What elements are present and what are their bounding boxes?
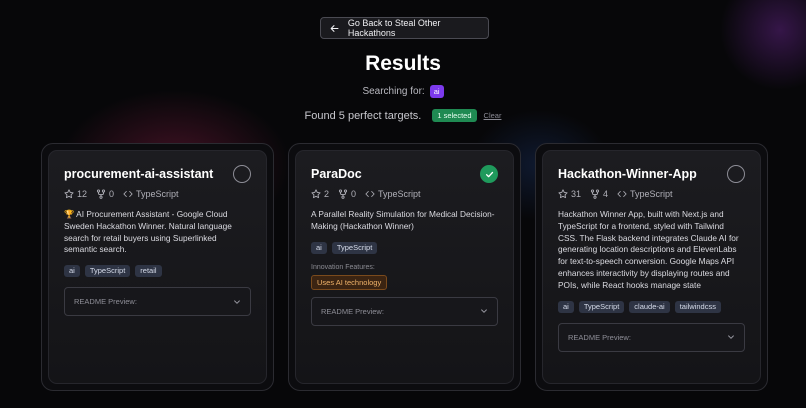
readme-preview-toggle[interactable]: README Preview: [558, 322, 745, 352]
repo-stats: 31 4 TypeScript [558, 189, 745, 199]
result-card: ParaDoc 2 0 TypeScript A Parallel Realit… [288, 143, 521, 391]
chevron-down-icon [728, 335, 734, 339]
back-button[interactable]: Go Back to Steal Other Hackathons [320, 17, 489, 39]
topic-tag: ai [64, 265, 80, 278]
check-icon [485, 171, 493, 177]
topic-tag: TypeScript [331, 241, 378, 254]
arrow-left-icon [330, 24, 339, 32]
chevron-down-icon [234, 300, 240, 304]
clear-selection-link[interactable]: Clear [484, 111, 502, 120]
fork-count: 0 [351, 189, 357, 199]
tag-list: ai TypeScript [311, 241, 498, 254]
repo-title[interactable]: ParaDoc [311, 167, 362, 182]
innovation-tag: Uses AI technology [311, 274, 388, 290]
code-icon [365, 191, 375, 197]
star-count: 31 [571, 189, 582, 199]
repo-description: A Parallel Reality Simulation for Medica… [311, 209, 495, 231]
select-toggle[interactable] [480, 165, 498, 183]
topic-tag: tailwindcss [674, 300, 721, 313]
tag-list: ai TypeScript retail [64, 265, 251, 278]
star-icon [558, 189, 568, 199]
innovation-features-label: Innovation Features: [311, 263, 375, 271]
topic-tag: TypeScript [84, 265, 131, 278]
select-toggle[interactable] [727, 165, 745, 183]
code-icon [123, 191, 133, 197]
repo-title[interactable]: procurement-ai-assistant [64, 167, 213, 182]
star-count: 12 [77, 189, 88, 199]
results-summary: Found 5 perfect targets. 1 selected Clea… [0, 109, 806, 122]
language-label: TypeScript [378, 189, 421, 199]
readme-preview-toggle[interactable]: README Preview: [311, 296, 498, 326]
topic-tag: TypeScript [578, 300, 625, 313]
result-card-body: procurement-ai-assistant 12 0 TypeScript… [48, 150, 267, 384]
star-icon [64, 189, 74, 199]
select-toggle[interactable] [233, 165, 251, 183]
result-card: Hackathon-Winner-App 31 4 TypeScript Hac… [535, 143, 768, 391]
result-card-body: Hackathon-Winner-App 31 4 TypeScript Hac… [542, 150, 761, 384]
readme-preview-label: README Preview: [74, 297, 137, 307]
search-term-tag: ai [429, 85, 444, 98]
topic-tag: ai [311, 241, 327, 254]
repo-stats: 2 0 TypeScript [311, 189, 498, 199]
result-card-body: ParaDoc 2 0 TypeScript A Parallel Realit… [295, 150, 514, 384]
fork-count: 4 [603, 189, 609, 199]
topic-tag: claude-ai [629, 300, 670, 313]
found-count-text: Found 5 perfect targets. [304, 109, 422, 122]
back-button-label: Go Back to Steal Other Hackathons [347, 18, 441, 38]
readme-preview-label: README Preview: [321, 306, 384, 316]
repo-title[interactable]: Hackathon-Winner-App [558, 167, 697, 182]
language-label: TypeScript [136, 189, 179, 199]
tag-list: ai TypeScript claude-ai tailwindcss [558, 300, 745, 313]
selected-count-badge: 1 selected [432, 109, 477, 122]
fork-icon [590, 189, 600, 199]
star-icon [311, 189, 321, 199]
chevron-down-icon [481, 309, 487, 313]
language-label: TypeScript [630, 189, 673, 199]
fork-count: 0 [109, 189, 115, 199]
fork-icon [338, 189, 348, 199]
topic-tag: ai [558, 300, 574, 313]
star-count: 2 [324, 189, 330, 199]
code-icon [617, 191, 627, 197]
repo-description: Hackathon Winner App, built with Next.js… [558, 209, 739, 290]
readme-preview-toggle[interactable]: README Preview: [64, 287, 251, 317]
readme-preview-label: README Preview: [568, 332, 631, 342]
result-card: procurement-ai-assistant 12 0 TypeScript… [41, 143, 274, 391]
page-title: Results [365, 52, 441, 75]
repo-description: 🏆 AI Procurement Assistant - Google Clou… [64, 209, 232, 255]
topic-tag: retail [135, 265, 162, 278]
fork-icon [96, 189, 106, 199]
searching-label: Searching for: [362, 86, 425, 97]
search-summary: Searching for: ai [0, 85, 806, 98]
repo-stats: 12 0 TypeScript [64, 189, 251, 199]
